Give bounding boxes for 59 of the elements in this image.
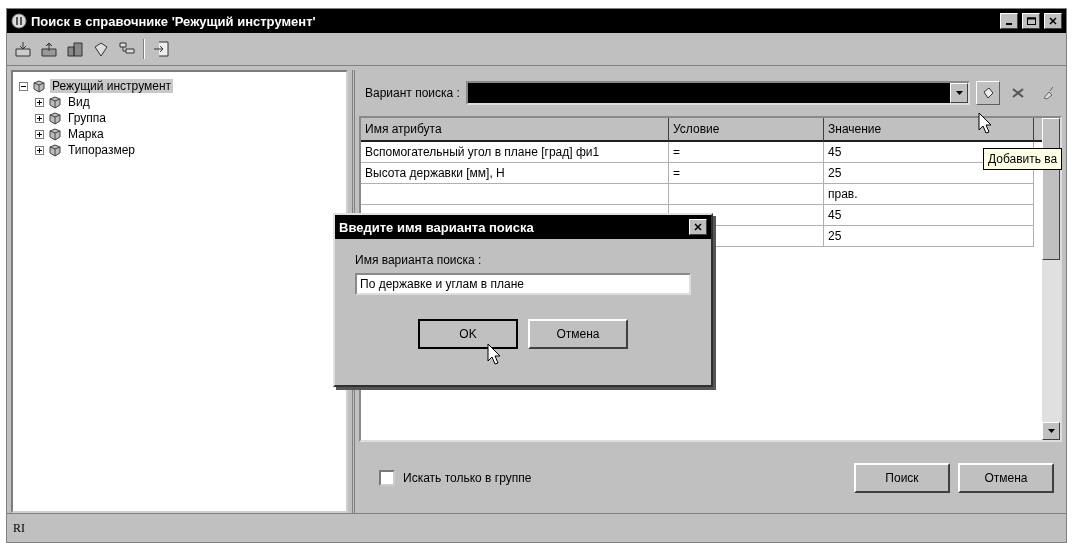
table-cell: прав. [824, 184, 1034, 205]
expand-icon[interactable] [35, 97, 44, 107]
close-icon [694, 223, 702, 231]
exit-icon[interactable] [151, 39, 171, 59]
cancel-button[interactable]: Отмена [958, 462, 1054, 493]
checkbox[interactable] [379, 469, 395, 486]
column-header[interactable] [1034, 118, 1042, 142]
close-icon [1049, 17, 1057, 25]
name-input-field[interactable]: По державке и углам в плане [355, 273, 691, 295]
window-title: Поиск в справочнике 'Режущий инструмент' [31, 13, 317, 29]
import-icon[interactable] [13, 39, 33, 59]
tree-item[interactable]: Режущий инструмент [50, 79, 174, 93]
table-cell: 45 [824, 205, 1034, 226]
status-text: RI [13, 520, 25, 536]
column-header[interactable]: Имя атрибута [361, 118, 669, 142]
cube-icon [48, 143, 62, 157]
mouse-cursor-icon [487, 343, 501, 365]
eraser-icon [981, 86, 995, 100]
column-header[interactable]: Условие [669, 118, 824, 142]
field-label: Вариант поиска : [365, 86, 460, 100]
field-label: Имя варианта поиска : [355, 253, 483, 267]
dropdown-arrow-icon [955, 91, 963, 95]
expand-icon[interactable] [35, 113, 44, 123]
table-cell: = [669, 142, 824, 163]
maximize-icon [1026, 17, 1036, 25]
scroll-down-button[interactable] [1042, 422, 1060, 440]
minimize-button[interactable] [1000, 13, 1018, 29]
chart-icon[interactable] [65, 39, 85, 59]
cancel-button[interactable]: Отмена [528, 319, 628, 349]
tree-item[interactable]: Типоразмер [66, 143, 137, 157]
cube-icon [48, 127, 62, 141]
expand-icon[interactable] [35, 129, 44, 139]
brush-icon [1041, 86, 1055, 100]
tree-item[interactable]: Вид [66, 95, 92, 109]
table-cell: = [669, 163, 824, 184]
add-variant-button[interactable] [976, 81, 1000, 105]
close-button[interactable] [1044, 13, 1062, 29]
table-cell: 25 [824, 226, 1034, 247]
cube-icon [48, 111, 62, 125]
collapse-icon[interactable] [19, 81, 28, 91]
table-cell: Вспомогательный угол в плане [град] фи1 [361, 142, 669, 163]
tree-item[interactable]: Группа [66, 111, 109, 125]
cubes-icon [32, 79, 46, 93]
cross-icon [1011, 86, 1025, 100]
app-icon [11, 13, 27, 29]
table-cell: Высота державки [мм], H [361, 163, 669, 184]
search-button[interactable]: Поиск [854, 462, 950, 493]
variant-combo-box[interactable] [465, 81, 970, 105]
cube-icon [48, 95, 62, 109]
down-arrow-icon [1047, 429, 1055, 433]
close-button[interactable] [689, 219, 707, 235]
dialog-title: Введите имя варианта поиска [339, 219, 534, 235]
column-header[interactable]: Значение [824, 118, 1034, 142]
tooltip: Добавить ва [983, 148, 1063, 170]
maximize-button[interactable] [1022, 13, 1040, 29]
tree-item[interactable]: Марка [66, 127, 106, 141]
expand-icon[interactable] [35, 145, 44, 155]
checkbox-label: Искать только в группе [403, 470, 533, 485]
ok-button[interactable]: OK [418, 319, 518, 349]
